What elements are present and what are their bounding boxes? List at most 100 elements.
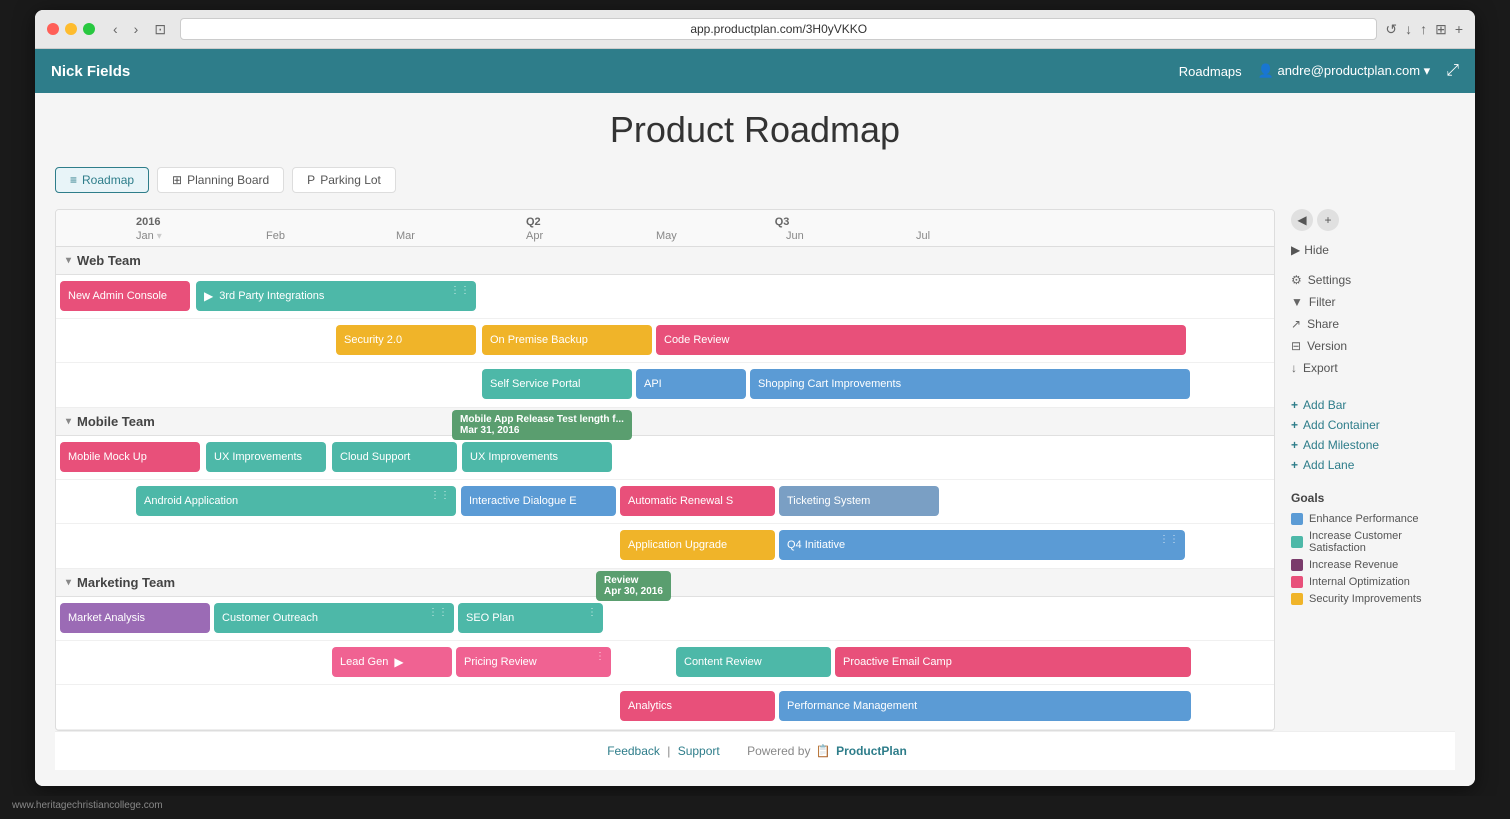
bar-analytics[interactable]: Analytics <box>620 691 775 721</box>
add-milestone-btn[interactable]: + Add Milestone <box>1291 435 1455 455</box>
planning-board-tab-label: Planning Board <box>187 173 269 187</box>
add-lane-btn[interactable]: + Add Lane <box>1291 455 1455 475</box>
fullscreen-button[interactable]: ⤢ <box>1446 62 1459 80</box>
review-date: Apr 30, 2016 <box>604 586 663 597</box>
milestone-date: Mar 31, 2016 <box>460 425 624 436</box>
goal-dot-optimization <box>1291 576 1303 588</box>
expand-icon-4: ⋮⋮ <box>428 607 448 618</box>
download-icon[interactable]: ↓ <box>1405 21 1412 38</box>
goal-dot-enhance <box>1291 513 1303 525</box>
bar-ux-improvements-2[interactable]: UX Improvements <box>462 442 612 472</box>
share-icon[interactable]: ↑ <box>1420 21 1427 38</box>
roadmaps-link[interactable]: Roadmaps <box>1179 64 1242 79</box>
milestone-review[interactable]: Review Apr 30, 2016 <box>596 571 671 601</box>
export-link[interactable]: ↓ Export <box>1291 357 1455 379</box>
month-jan: Jan ▾ <box>136 230 266 242</box>
tab-roadmap[interactable]: ≡ Roadmap <box>55 167 149 193</box>
bar-cloud-support[interactable]: Cloud Support <box>332 442 457 472</box>
bar-on-premise-backup[interactable]: On Premise Backup <box>482 325 652 355</box>
filter-link[interactable]: ▼ Filter <box>1291 291 1455 313</box>
forward-button[interactable]: › <box>128 19 145 40</box>
expand-icon-5: ⋮ <box>587 607 597 618</box>
nav-left[interactable]: ◀ <box>1291 209 1313 231</box>
reading-mode-button[interactable]: ⊡ <box>148 19 172 40</box>
bar-code-review[interactable]: Code Review <box>656 325 1186 355</box>
browser-chrome: ‹ › ⊡ app.productplan.com/3H0yVKKO ↺ ↓ ↑… <box>35 10 1475 49</box>
bar-proactive-email[interactable]: Proactive Email Camp <box>835 647 1191 677</box>
add-bar-btn[interactable]: + Add Bar <box>1291 395 1455 415</box>
bar-content-review[interactable]: Content Review <box>676 647 831 677</box>
bar-self-service-portal[interactable]: Self Service Portal <box>482 369 632 399</box>
bar-pricing-review[interactable]: Pricing Review ⋮ <box>456 647 611 677</box>
browser-actions: ↺ ↓ ↑ ⊞ + <box>1385 21 1463 38</box>
expand-icon: ⋮⋮ <box>450 285 470 296</box>
tab-parking-lot[interactable]: P Parking Lot <box>292 167 396 193</box>
minimize-button[interactable] <box>65 23 77 35</box>
marketing-team-chevron[interactable]: ▾ <box>66 577 71 588</box>
bar-performance-management[interactable]: Performance Management <box>779 691 1191 721</box>
right-sidebar: ◀ + ▶ Hide ⚙ Settings ▼ Filter <box>1275 209 1455 731</box>
reload-icon[interactable]: ↺ <box>1385 21 1397 38</box>
bar-market-analysis[interactable]: Market Analysis <box>60 603 210 633</box>
export-label: Export <box>1303 361 1338 375</box>
bar-lead-gen[interactable]: Lead Gen ▶ <box>332 647 452 677</box>
bar-android-application[interactable]: Android Application ⋮⋮ <box>136 486 456 516</box>
bar-ticketing-system[interactable]: Ticketing System <box>779 486 939 516</box>
settings-label: Settings <box>1308 273 1351 287</box>
parking-lot-tab-icon: P <box>307 173 315 187</box>
add-items-section: + Add Bar + Add Container + Add Mileston… <box>1291 395 1455 475</box>
bar-ux-improvements-1[interactable]: UX Improvements <box>206 442 326 472</box>
bar-q4-initiative[interactable]: Q4 Initiative ⋮⋮ <box>779 530 1185 560</box>
roadmap-nav: ◀ + <box>1291 209 1339 231</box>
back-button[interactable]: ‹ <box>107 19 124 40</box>
bar-automatic-renewal[interactable]: Automatic Renewal S <box>620 486 775 516</box>
new-tab-icon[interactable]: ⊞ <box>1435 21 1447 38</box>
nav-plus[interactable]: + <box>1317 209 1339 231</box>
version-link[interactable]: ⊟ Version <box>1291 335 1455 357</box>
page-title: Product Roadmap <box>55 109 1455 151</box>
hide-sidebar-btn[interactable]: ▶ Hide <box>1291 243 1455 257</box>
bar-mobile-mockup[interactable]: Mobile Mock Up <box>60 442 200 472</box>
bar-3rd-party-integrations[interactable]: ▶ 3rd Party Integrations ⋮⋮ <box>196 281 476 311</box>
bar-api[interactable]: API <box>636 369 746 399</box>
timeline-header: 2016 Q2 Q3 Jan ▾ Feb Mar Apr May Jun Jul <box>56 210 1274 247</box>
arrow-icon: ▶ <box>204 289 213 303</box>
mobile-team-label: Mobile Team <box>77 414 155 429</box>
export-icon: ↓ <box>1291 361 1297 375</box>
add-tab-icon[interactable]: + <box>1455 21 1463 38</box>
mobile-team-chevron[interactable]: ▾ <box>66 416 71 427</box>
bar-new-admin-console[interactable]: New Admin Console <box>60 281 190 311</box>
support-link[interactable]: Support <box>678 744 720 758</box>
feedback-link[interactable]: Feedback <box>607 744 660 758</box>
add-container-btn[interactable]: + Add Container <box>1291 415 1455 435</box>
marketing-lane-2: Lead Gen ▶ Pricing Review ⋮ Content Revi… <box>56 641 1274 685</box>
tab-planning-board[interactable]: ⊞ Planning Board <box>157 167 284 193</box>
bar-application-upgrade[interactable]: Application Upgrade <box>620 530 775 560</box>
bar-interactive-dialogue[interactable]: Interactive Dialogue E <box>461 486 616 516</box>
team-web: ▾ Web Team New Admin Console ▶ 3rd Party… <box>56 247 1274 408</box>
user-email: andre@productplan.com <box>1277 63 1420 78</box>
user-menu[interactable]: 👤 andre@productplan.com ▾ <box>1258 63 1431 79</box>
planning-board-tab-icon: ⊞ <box>172 173 182 187</box>
bar-security-2[interactable]: Security 2.0 <box>336 325 476 355</box>
web-team-chevron[interactable]: ▾ <box>66 255 71 266</box>
footer-separator: | <box>667 744 673 758</box>
bar-shopping-cart[interactable]: Shopping Cart Improvements <box>750 369 1190 399</box>
review-label: Review <box>604 575 663 586</box>
goal-enhance-performance: Enhance Performance <box>1291 513 1455 525</box>
milestone-mobile-app[interactable]: Mobile App Release Test length f... Mar … <box>452 410 632 440</box>
settings-link[interactable]: ⚙ Settings <box>1291 269 1455 291</box>
goal-label-optimization: Internal Optimization <box>1309 576 1410 588</box>
bar-seo-plan[interactable]: SEO Plan ⋮ <box>458 603 603 633</box>
close-button[interactable] <box>47 23 59 35</box>
filter-label: Filter <box>1309 295 1336 309</box>
parking-lot-tab-label: Parking Lot <box>320 173 381 187</box>
chevron-right-icon: ▶ <box>1291 243 1300 257</box>
share-link[interactable]: ↗ Share <box>1291 313 1455 335</box>
mobile-lane-2: Android Application ⋮⋮ Interactive Dialo… <box>56 480 1274 524</box>
maximize-button[interactable] <box>83 23 95 35</box>
add-bar-label: Add Bar <box>1303 398 1346 412</box>
address-bar[interactable]: app.productplan.com/3H0yVKKO <box>180 18 1377 40</box>
marketing-lane-1: Market Analysis Customer Outreach ⋮⋮ SEO… <box>56 597 1274 641</box>
bar-customer-outreach[interactable]: Customer Outreach ⋮⋮ <box>214 603 454 633</box>
